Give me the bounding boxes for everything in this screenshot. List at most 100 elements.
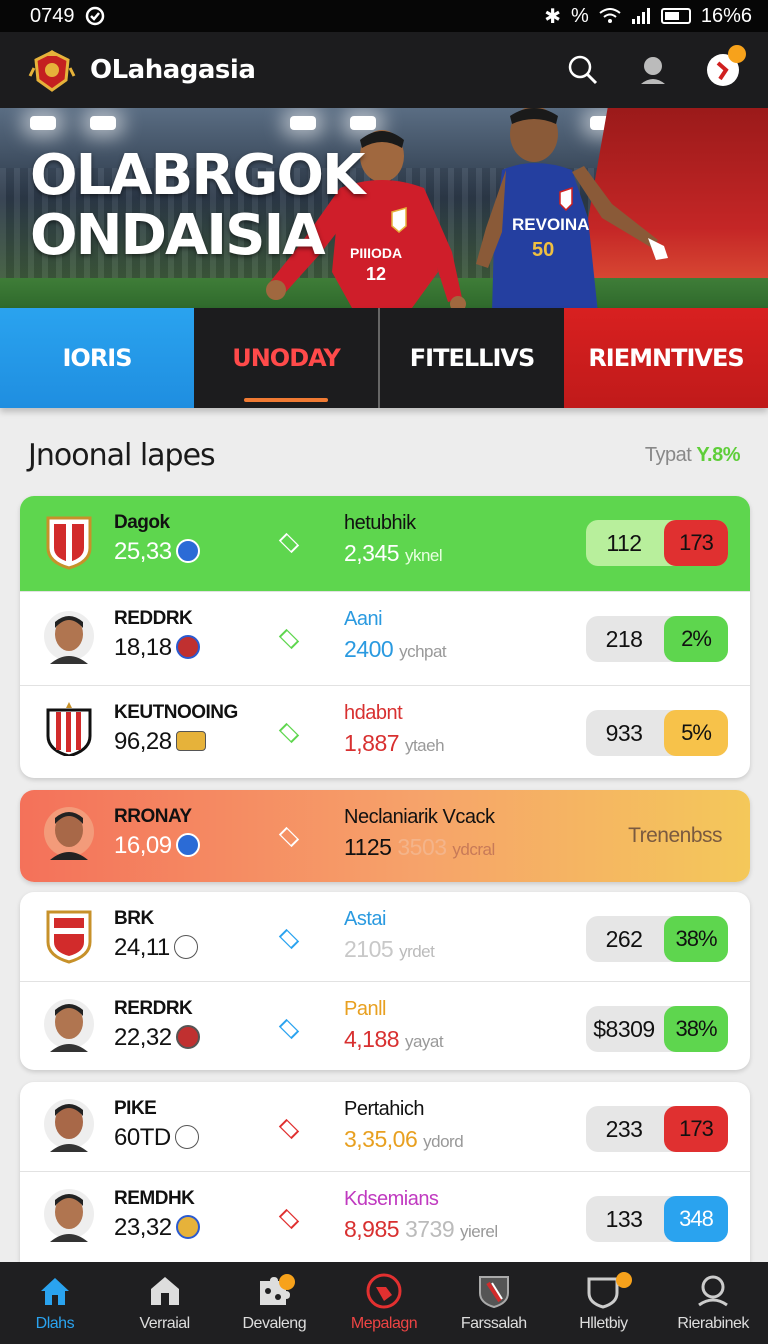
player-avatar-icon	[44, 807, 94, 860]
nav-label: Devaleng	[242, 1315, 307, 1332]
nav-hlletbiy[interactable]: Hlletbiy	[549, 1262, 659, 1344]
category-tabs: IORIS UNODAY FITELLIVS RIEMNTIVES	[0, 308, 768, 408]
stat-count: 133	[605, 1205, 643, 1232]
row-name: PIKE	[114, 1098, 157, 1119]
hero-title: OLABRGOK ONDAISIA	[30, 146, 365, 268]
stat-percent: 173	[664, 520, 728, 566]
team-badge-icon	[174, 1124, 199, 1149]
nav-devaleng[interactable]: Devaleng	[219, 1262, 329, 1344]
stat-pill[interactable]: 233 173	[586, 1106, 728, 1152]
player-avatar-icon	[44, 1099, 94, 1152]
sync-icon	[85, 6, 104, 26]
profile-icon	[641, 57, 665, 84]
shield-icon	[478, 1276, 509, 1309]
table-row[interactable]: BRK 24,11 Astai 2105 yrdet 262 38%	[20, 892, 750, 982]
bottom-navigation: Dlahs Verraial Devaleng Mepalagn Farssal…	[0, 1262, 768, 1344]
signal-icon	[631, 8, 650, 24]
team-crest-icon	[46, 910, 92, 964]
nav-dlahs[interactable]: Dlahs	[0, 1262, 110, 1344]
home-icon	[40, 1278, 69, 1305]
row-event-number: 8,985 3739 yierel	[344, 1216, 498, 1242]
row-name: REMDHK	[114, 1188, 195, 1209]
hero-title-line2: ONDAISIA	[30, 203, 326, 268]
nav-mepalagn[interactable]: Mepalagn	[329, 1262, 439, 1344]
wifi-icon	[599, 8, 621, 23]
stat-pill[interactable]: 262 38%	[586, 916, 728, 962]
nav-farssalah[interactable]: Farssalah	[439, 1262, 549, 1344]
nav-verraial[interactable]: Verraial	[110, 1262, 220, 1344]
notifications-button[interactable]	[706, 45, 746, 87]
table-row[interactable]: RERDRK 22,32 Panll 4,188 yayat $8309 38%	[20, 982, 750, 1070]
stat-percent: 38%	[664, 916, 728, 962]
profile-button[interactable]	[636, 53, 670, 87]
tab-ioris[interactable]: IORIS	[0, 308, 194, 408]
tab-riemntives[interactable]: RIEMNTIVES	[564, 308, 768, 408]
battery-level: 16%6	[700, 4, 752, 27]
app-header: OLahagasia	[0, 32, 768, 108]
nav-rierabinek[interactable]: Rierabinek	[658, 1262, 768, 1344]
row-event: Kdsemians	[344, 1188, 439, 1210]
row-event-number: 2105 yrdet	[344, 936, 435, 962]
row-score: 23,32	[114, 1214, 200, 1242]
tab-fitellivs[interactable]: FITELLIVS	[378, 308, 564, 408]
nav-label: Farssalah	[460, 1315, 527, 1332]
jersey-left-number: 12	[366, 264, 386, 284]
diamond-icon	[278, 1018, 300, 1040]
player-avatar-icon	[44, 611, 94, 664]
stat-pill[interactable]: 133 348	[586, 1196, 728, 1242]
row-event-number: 1125 3503 ydcral	[344, 834, 495, 860]
row-event-number: 4,188 yayat	[344, 1026, 444, 1052]
nav-badge	[616, 1272, 633, 1288]
team-badge-icon	[175, 832, 200, 857]
person-icon	[698, 1275, 729, 1307]
nav-label: Dlahs	[35, 1315, 75, 1332]
row-score: 24,11	[114, 934, 198, 962]
row-score: 16,09	[114, 832, 200, 860]
stat-pill[interactable]: 112 173	[586, 520, 728, 566]
table-row[interactable]: Dagok 25,33 hetubhik 2,345 yknel 112 173	[20, 496, 750, 592]
table-row[interactable]: PIKE 60TD Pertahich 3,35,06 ydord 233 17…	[20, 1082, 750, 1172]
table-row[interactable]: REDDRK 18,18 Aani 2400 ychpat 218 2%	[20, 592, 750, 686]
diamond-icon	[278, 532, 300, 554]
player-avatar-icon	[44, 1189, 94, 1242]
house-icon	[150, 1277, 179, 1305]
notification-badge	[728, 45, 746, 63]
row-score: 25,33	[114, 538, 200, 566]
row-event: Astai	[344, 908, 386, 930]
search-button[interactable]	[566, 53, 600, 87]
stat-count: 112	[606, 529, 642, 556]
stat-pill[interactable]: $8309 38%	[586, 1006, 728, 1052]
stat-pill[interactable]: 933 5%	[586, 710, 728, 756]
row-name: BRK	[114, 908, 154, 929]
row-name: RERDRK	[114, 998, 193, 1019]
tab-unoday[interactable]: UNODAY	[194, 308, 378, 408]
jersey-right-number: 50	[532, 239, 554, 261]
row-event-number: 2400 ychpat	[344, 636, 447, 662]
team-badge-icon	[173, 934, 198, 959]
diamond-icon	[278, 1118, 300, 1140]
table-row[interactable]: REMDHK 23,32 Kdsemians 8,985 3739 yierel…	[20, 1172, 750, 1262]
hero-banner[interactable]: PIIIODA 12 REVOINA 50 OLABRGOK ONDAISIA	[0, 108, 768, 308]
trend-label[interactable]: Trenenbss	[628, 824, 722, 848]
player-avatar-icon	[44, 999, 94, 1052]
battery-icon	[660, 8, 691, 24]
match-card: PIKE 60TD Pertahich 3,35,06 ydord 233 17…	[20, 1082, 750, 1262]
stat-pill[interactable]: 218 2%	[586, 616, 728, 662]
stat-percent: 173	[664, 1106, 728, 1152]
team-badge-icon	[175, 634, 200, 659]
stat-percent: 2%	[664, 616, 728, 662]
heart-badge-icon	[366, 1273, 402, 1309]
section-title: Jnoonal lapes	[28, 438, 216, 473]
crest-logo-icon[interactable]	[28, 46, 76, 94]
stat-percent: 348	[664, 1196, 728, 1242]
match-card: BRK 24,11 Astai 2105 yrdet 262 38% RERDR…	[20, 892, 750, 1070]
table-row[interactable]: RRONAY 16,09 Neclaniarik Vcack 1125 3503…	[20, 790, 750, 882]
stat-percent: 5%	[664, 710, 728, 756]
nav-badge	[279, 1274, 296, 1290]
table-row[interactable]: KEUTNOOING 96,28 hdabnt 1,887 ytaeh 933 …	[20, 686, 750, 778]
row-name: REDDRK	[114, 608, 193, 629]
row-score: 60TD	[114, 1124, 199, 1152]
row-event: Panll	[344, 998, 386, 1020]
row-event: Pertahich	[344, 1098, 425, 1120]
nav-label: Rierabinek	[677, 1315, 749, 1332]
